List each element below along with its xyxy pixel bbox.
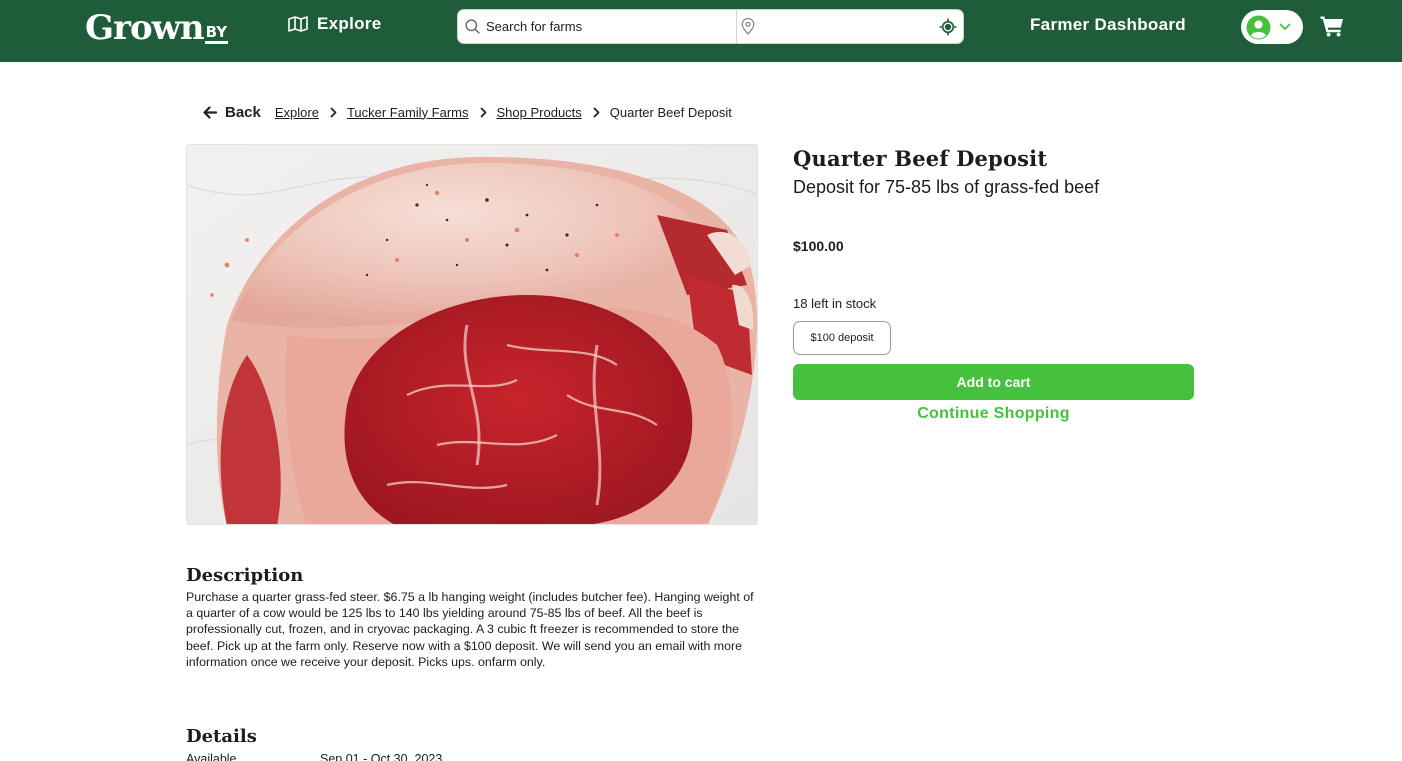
shopping-cart-icon[interactable]: [1320, 15, 1344, 42]
user-avatar-icon: [1246, 15, 1271, 39]
add-to-cart-button[interactable]: Add to cart: [793, 364, 1194, 400]
product-title: Quarter Beef Deposit: [793, 146, 1048, 171]
logo-text: Grown: [85, 8, 205, 48]
location-pin-icon: [741, 18, 755, 35]
deposit-option-button[interactable]: $100 deposit: [793, 321, 891, 355]
location-search: [737, 10, 963, 43]
top-nav-bar: Grown BY Explore Search for farms Farmer…: [0, 0, 1402, 62]
product-subtitle: Deposit for 75-85 lbs of grass-fed beef: [793, 177, 1100, 197]
description-text: Purchase a quarter grass-fed steer. $6.7…: [186, 590, 754, 669]
back-button[interactable]: Back: [203, 104, 261, 121]
locate-me-icon[interactable]: [939, 18, 957, 36]
explore-label: Explore: [317, 14, 382, 33]
breadcrumb-explore[interactable]: Explore: [275, 105, 319, 120]
description-heading: Description: [186, 565, 304, 586]
available-label: Available: [186, 752, 237, 761]
map-icon: [288, 16, 308, 32]
search-bar: [457, 9, 964, 44]
breadcrumb-farm[interactable]: Tucker Family Farms: [347, 105, 469, 120]
breadcrumb-shop-products[interactable]: Shop Products: [497, 105, 582, 120]
details-available-row: Available Sep 01 - Oct 30, 2023: [186, 752, 758, 761]
chevron-right-icon: [593, 107, 600, 118]
product-price: $100.00: [793, 238, 844, 254]
farm-search-input[interactable]: [486, 19, 726, 34]
logo-by-text: BY: [204, 23, 229, 44]
available-value: Sep 01 - Oct 30, 2023: [320, 752, 443, 761]
details-heading: Details: [186, 726, 257, 747]
chevron-right-icon: [330, 107, 337, 118]
chevron-down-icon: [1279, 23, 1291, 30]
farmer-dashboard-link[interactable]: Farmer Dashboard: [1030, 15, 1186, 35]
breadcrumb-current: Quarter Beef Deposit: [609, 104, 732, 120]
farm-search: [458, 10, 737, 43]
chevron-right-icon: [480, 107, 487, 118]
back-label: Back: [225, 103, 261, 121]
continue-shopping-link[interactable]: Continue Shopping: [793, 405, 1194, 423]
explore-link[interactable]: Explore: [288, 14, 381, 34]
search-icon: [465, 19, 480, 34]
breadcrumb: Back Explore Tucker Family Farms Shop Pr…: [203, 101, 732, 123]
arrow-left-icon: [203, 105, 217, 119]
stock-count: 18 left in stock: [793, 296, 877, 311]
product-image[interactable]: [186, 144, 758, 525]
location-input[interactable]: [759, 19, 939, 34]
account-menu-button[interactable]: [1241, 10, 1303, 44]
grownby-logo[interactable]: Grown BY: [85, 4, 229, 48]
